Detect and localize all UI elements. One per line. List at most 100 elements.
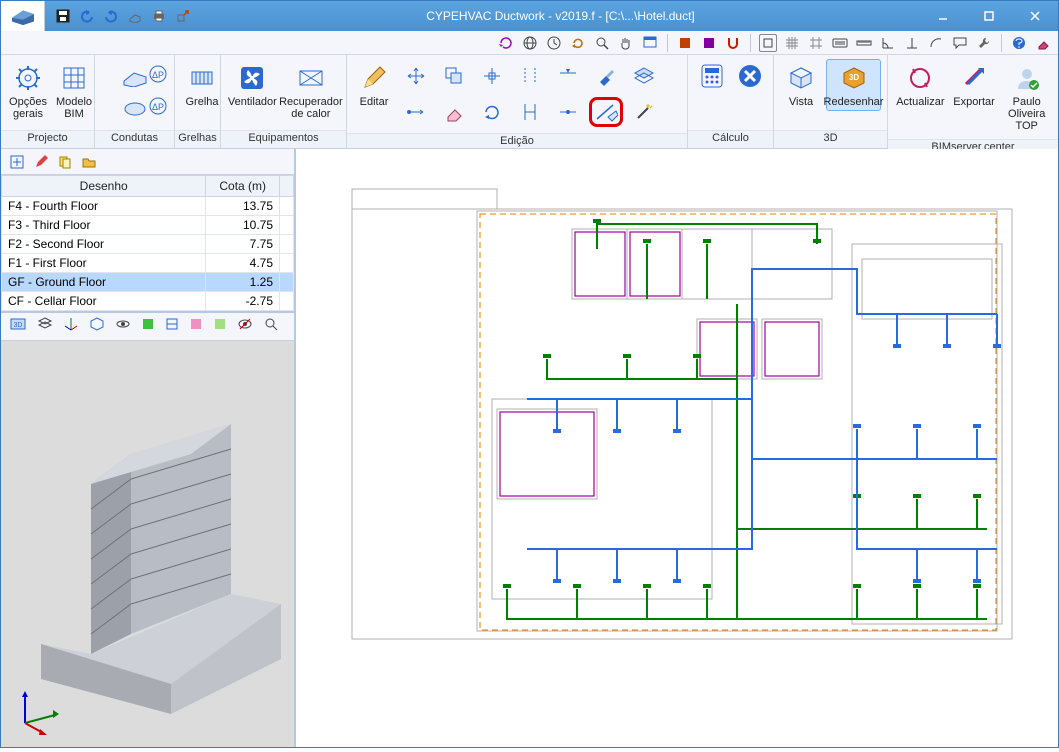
actualizar-button[interactable]: Actualizar bbox=[894, 59, 947, 111]
green-icon[interactable] bbox=[141, 317, 155, 336]
help-globe-icon[interactable] bbox=[1010, 34, 1028, 52]
app-icon bbox=[1, 1, 45, 31]
move-button[interactable] bbox=[399, 61, 433, 91]
copy-button[interactable] bbox=[437, 61, 471, 91]
axis-icon[interactable] bbox=[63, 316, 79, 337]
ventilador-button[interactable]: Ventilador bbox=[227, 59, 278, 111]
orbit-icon[interactable] bbox=[115, 316, 131, 337]
pink-icon[interactable] bbox=[189, 317, 203, 336]
col-cota[interactable]: Cota (m) bbox=[206, 176, 280, 197]
exportar-button[interactable]: Exportar bbox=[951, 59, 998, 111]
window-title: CYPEHVAC Ductwork - v2019.f - [C:\...\Ho… bbox=[201, 9, 920, 23]
snap1-icon[interactable] bbox=[676, 34, 694, 52]
rotate-button[interactable] bbox=[475, 97, 509, 127]
label: Ventilador bbox=[228, 96, 277, 108]
cube2-icon[interactable] bbox=[89, 316, 105, 337]
grille-icon bbox=[188, 62, 216, 94]
magnet-icon[interactable] bbox=[724, 34, 742, 52]
snap2-icon[interactable] bbox=[700, 34, 718, 52]
table-row[interactable]: F2 - Second Floor7.75 bbox=[2, 235, 294, 254]
eye-icon[interactable] bbox=[237, 316, 253, 337]
table-row[interactable]: F3 - Third Floor10.75 bbox=[2, 216, 294, 235]
group-label: Grelhas bbox=[175, 130, 220, 148]
grid-icon[interactable] bbox=[783, 34, 801, 52]
copy-icon[interactable] bbox=[57, 154, 73, 170]
user-icon bbox=[1013, 62, 1041, 94]
maximize-button[interactable] bbox=[966, 1, 1012, 31]
wrench-icon[interactable] bbox=[975, 34, 993, 52]
fan-icon bbox=[238, 62, 266, 94]
angle-icon[interactable] bbox=[879, 34, 897, 52]
align-h1-button[interactable] bbox=[551, 61, 585, 91]
zoom-icon[interactable] bbox=[593, 34, 611, 52]
grid2-icon[interactable] bbox=[807, 34, 825, 52]
erase-button[interactable] bbox=[437, 97, 471, 127]
quick-access-toolbar bbox=[45, 8, 201, 24]
view3d-icon[interactable]: 3D bbox=[9, 316, 27, 337]
zoom2-icon[interactable] bbox=[263, 316, 279, 337]
hand-icon[interactable] bbox=[617, 34, 635, 52]
align-v1-button[interactable] bbox=[513, 61, 547, 91]
layers2-icon[interactable] bbox=[37, 316, 53, 337]
error-button[interactable] bbox=[733, 59, 767, 93]
grelha-button[interactable]: Grelha bbox=[181, 59, 223, 111]
calc-button[interactable] bbox=[695, 59, 729, 93]
chat-icon[interactable] bbox=[951, 34, 969, 52]
arc-icon[interactable] bbox=[927, 34, 945, 52]
main-canvas[interactable] bbox=[296, 149, 1058, 747]
table-row[interactable]: F4 - Fourth Floor13.75 bbox=[2, 197, 294, 216]
axis-gizmo bbox=[13, 685, 63, 735]
folder-icon[interactable] bbox=[81, 154, 97, 170]
col-desenho[interactable]: Desenho bbox=[2, 176, 206, 197]
add-icon[interactable] bbox=[9, 154, 25, 170]
modelo-bim-button[interactable]: Modelo BIM bbox=[53, 59, 95, 123]
redo-icon[interactable] bbox=[103, 8, 119, 24]
recuperador-button[interactable]: Recuperador de calor bbox=[282, 59, 340, 123]
table-row[interactable]: CF - Cellar Floor-2.75 bbox=[2, 292, 294, 311]
save-icon[interactable] bbox=[55, 8, 71, 24]
user-button[interactable]: Paulo Oliveira TOP bbox=[1001, 59, 1052, 135]
move2-button[interactable] bbox=[475, 61, 509, 91]
eraser-icon[interactable] bbox=[1034, 34, 1052, 52]
close-button[interactable] bbox=[1012, 1, 1058, 31]
wand-button[interactable] bbox=[627, 97, 661, 127]
select-window-icon[interactable] bbox=[641, 34, 659, 52]
brush-button[interactable] bbox=[589, 61, 623, 91]
box-icon[interactable] bbox=[127, 8, 143, 24]
conduta-dp-button-2[interactable]: ΔP bbox=[141, 91, 175, 121]
group-label: Condutas bbox=[95, 130, 174, 148]
minimize-button[interactable] bbox=[920, 1, 966, 31]
label: Redesenhar bbox=[824, 96, 884, 108]
align-v2-button[interactable] bbox=[513, 97, 547, 127]
svg-text:ΔP: ΔP bbox=[152, 70, 164, 80]
edit-icon[interactable] bbox=[33, 154, 49, 170]
refresh-icon[interactable] bbox=[497, 34, 515, 52]
measure-highlighted-button[interactable] bbox=[589, 97, 623, 127]
undo-icon[interactable] bbox=[79, 8, 95, 24]
blue-icon[interactable] bbox=[165, 317, 179, 336]
print-icon[interactable] bbox=[151, 8, 167, 24]
layers-button[interactable] bbox=[627, 61, 661, 91]
reload-icon[interactable] bbox=[569, 34, 587, 52]
rectangle-icon[interactable] bbox=[759, 34, 777, 52]
redesenhar-button[interactable]: 3D Redesenhar bbox=[826, 59, 881, 111]
opcoes-gerais-button[interactable]: Opções gerais bbox=[7, 59, 49, 123]
3d-preview[interactable] bbox=[1, 341, 294, 747]
table-row[interactable]: F1 - First Floor4.75 bbox=[2, 254, 294, 273]
editar-button[interactable]: Editar bbox=[353, 59, 395, 111]
floor-table[interactable]: Desenho Cota (m) F4 - Fourth Floor13.75F… bbox=[1, 175, 294, 313]
table-row[interactable]: GF - Ground Floor1.25 bbox=[2, 273, 294, 292]
perp-icon[interactable] bbox=[903, 34, 921, 52]
globe-icon[interactable] bbox=[521, 34, 539, 52]
vista-button[interactable]: Vista bbox=[780, 59, 822, 111]
lightgreen-icon[interactable] bbox=[213, 317, 227, 336]
ruler-icon[interactable] bbox=[855, 34, 873, 52]
conduta-dp-button-1[interactable]: ΔP bbox=[141, 59, 175, 89]
keyboard-icon[interactable] bbox=[831, 34, 849, 52]
clock-icon[interactable] bbox=[545, 34, 563, 52]
export-icon[interactable] bbox=[175, 8, 191, 24]
gear-icon bbox=[14, 62, 42, 94]
move-point-button[interactable] bbox=[399, 97, 433, 127]
align-h2-button[interactable] bbox=[551, 97, 585, 127]
mini-toolbar bbox=[1, 31, 1058, 55]
